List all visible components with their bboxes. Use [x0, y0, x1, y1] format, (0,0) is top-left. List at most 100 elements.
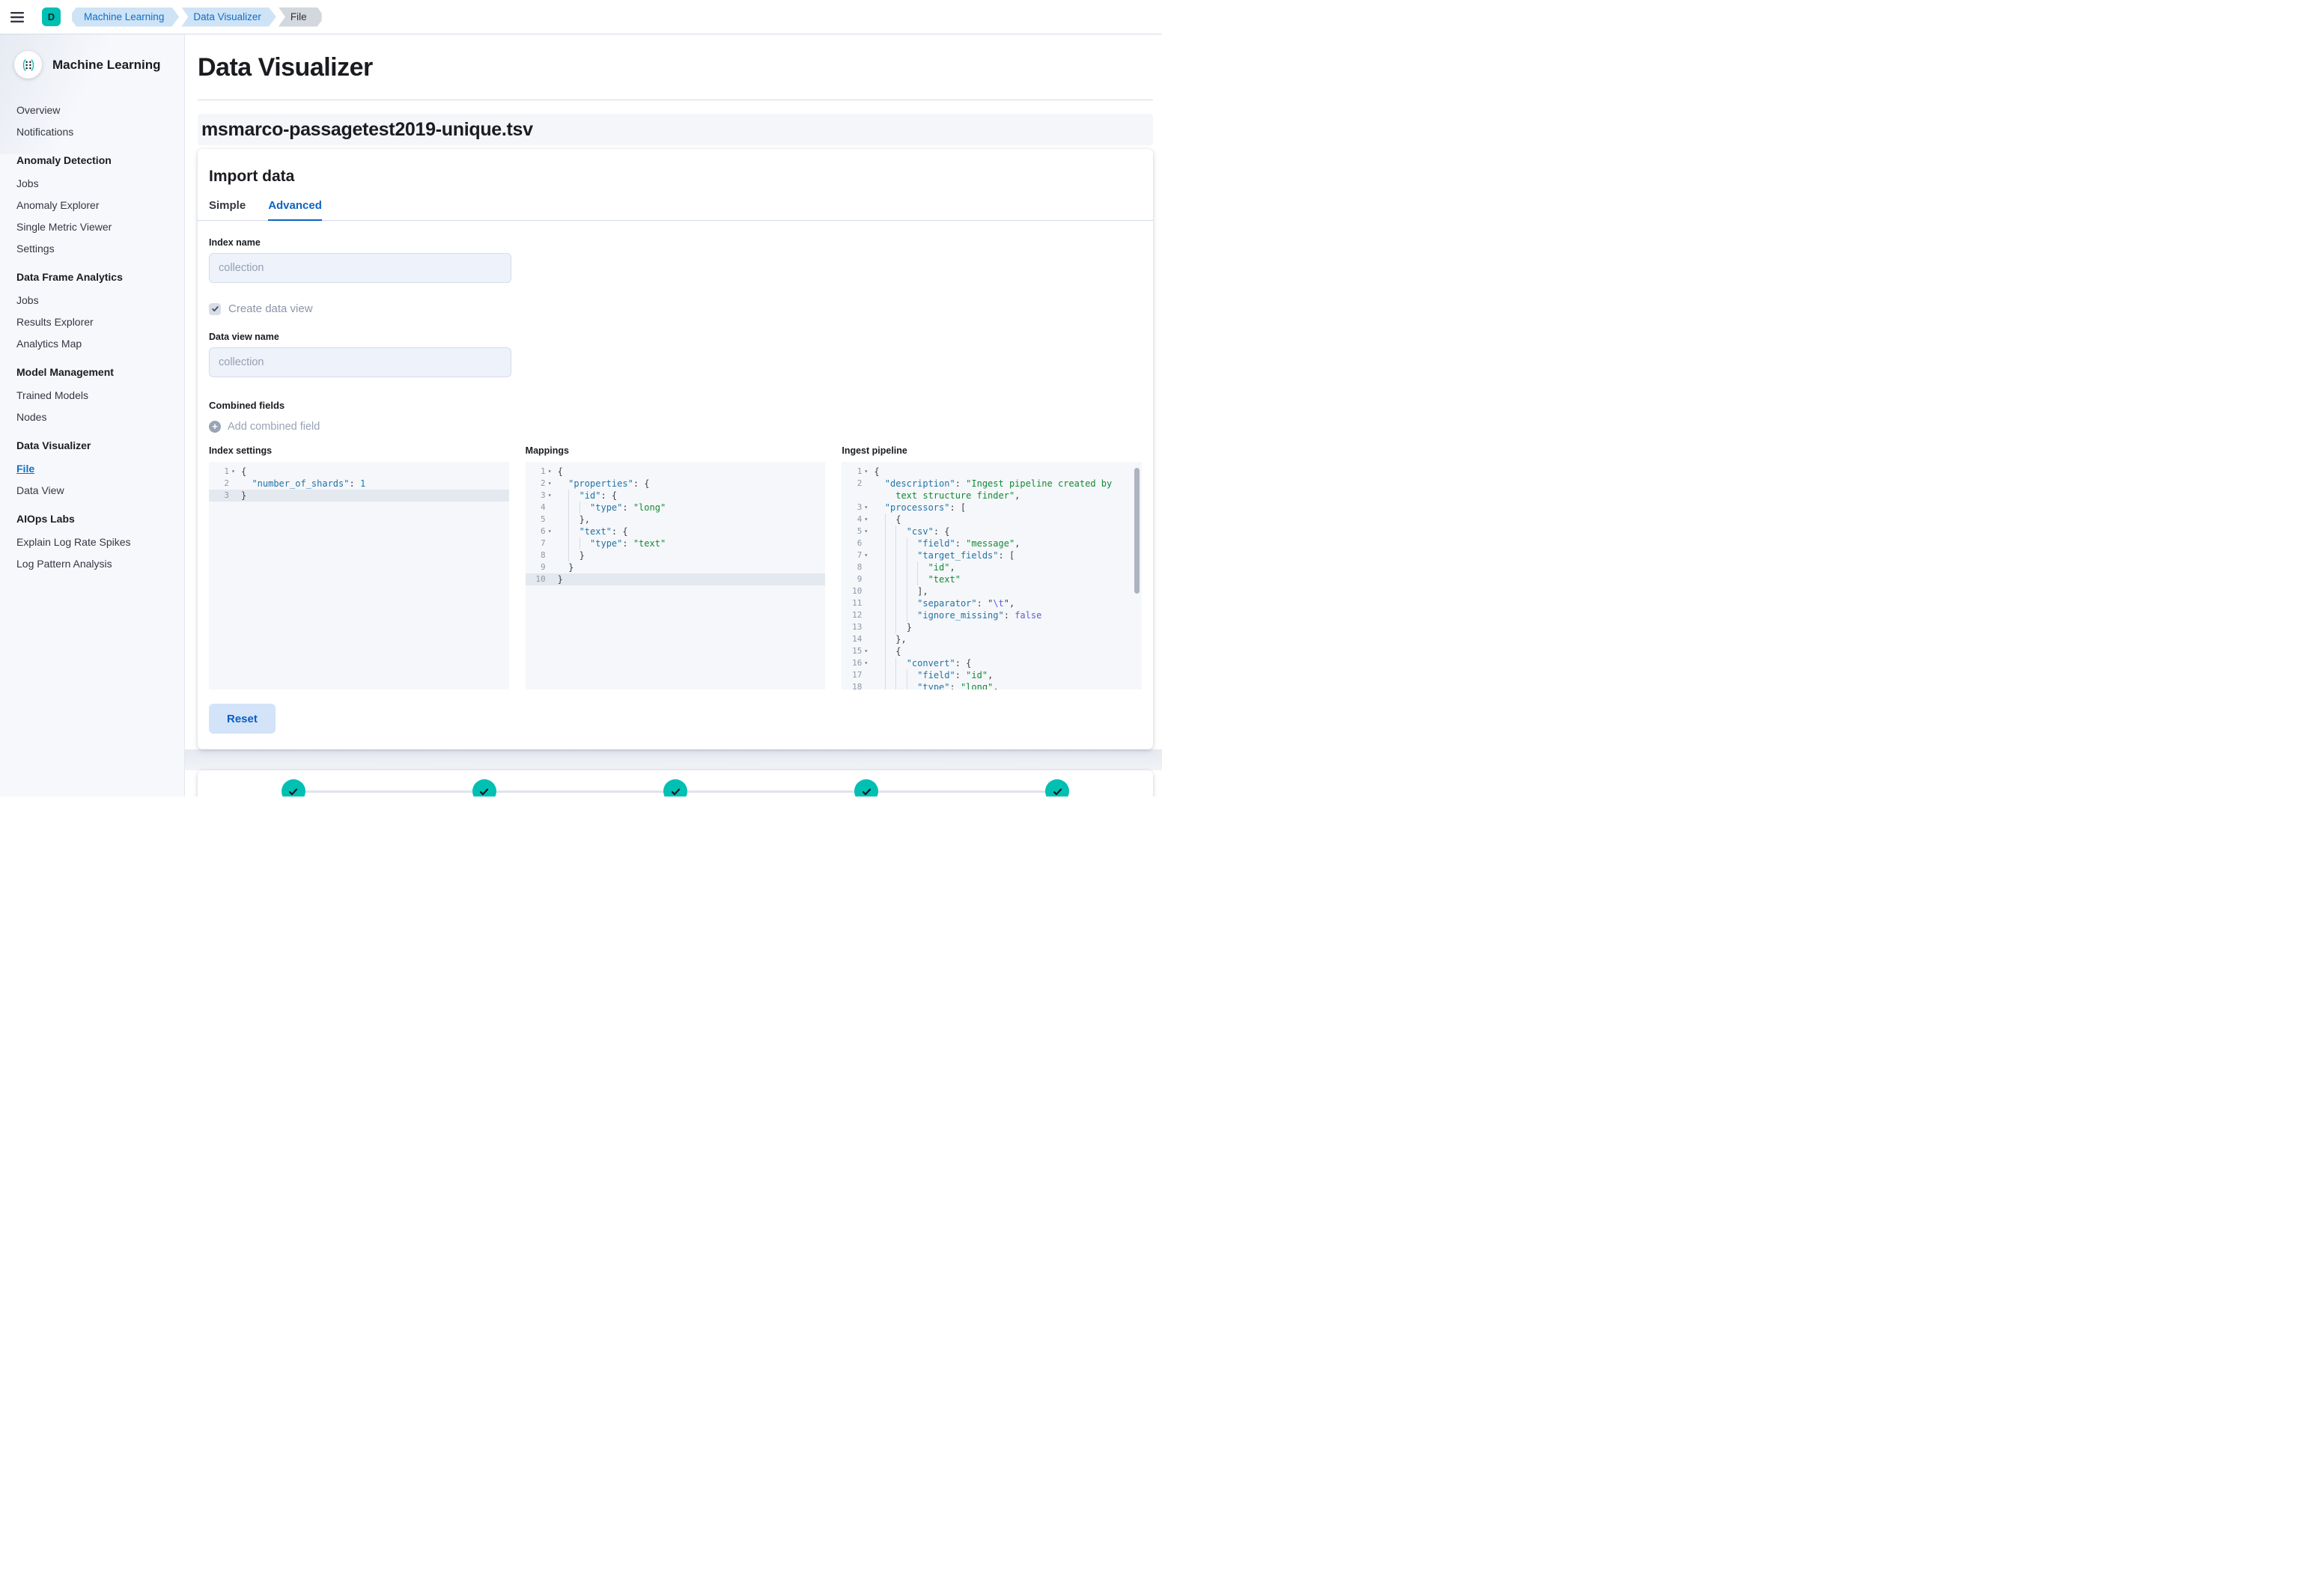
sidebar-item-model-management-trained-models[interactable]: Trained Models [16, 389, 88, 401]
index-settings-editor[interactable]: 1▾{2"number_of_shards": 13} [209, 462, 509, 689]
ingest-pipeline-editor[interactable]: 1▾{2"description": "Ingest pipeline crea… [842, 462, 1142, 689]
code-line: 5▾"csv": { [842, 526, 1142, 537]
step-file-processed: File processed [198, 779, 389, 796]
main-content: Data Visualizer msmarco-passagetest2019-… [185, 34, 1162, 796]
code-line: 3▾"processors": [ [842, 502, 1142, 514]
index-settings-label: Index settings [209, 445, 509, 456]
code-line: 9} [526, 561, 826, 573]
create-data-view-row: Create data view [209, 302, 1142, 315]
sidebar-item-model-management-nodes[interactable]: Nodes [16, 411, 46, 423]
file-name: msmarco-passagetest2019-unique.tsv [201, 119, 533, 141]
code-line: 5}, [526, 514, 826, 526]
breadcrumb-machine-learning[interactable]: Machine Learning [72, 7, 179, 27]
page-shell: Machine Learning Overview Notifications An… [0, 34, 1162, 796]
sidebar-section-model-management: Model Management [16, 366, 178, 378]
step-complete-icon [854, 779, 878, 796]
step-data-uploaded: Data uploaded [771, 779, 962, 796]
code-line: 13} [842, 621, 1142, 633]
sidebar-item-aiops-labs-explain-log-rate-spikes[interactable]: Explain Log Rate Spikes [16, 536, 131, 548]
chevron-down-icon[interactable]: ▾ [546, 526, 554, 537]
mappings-label: Mappings [526, 445, 826, 456]
tab-advanced[interactable]: Advanced [268, 199, 322, 221]
sidebar-item-data-visualizer-data-view[interactable]: Data View [16, 484, 64, 496]
step-complete-icon [1045, 779, 1069, 796]
code-line: 2"description": "Ingest pipeline created… [842, 478, 1142, 490]
sidebar: Machine Learning Overview Notifications An… [0, 34, 185, 796]
code-line: 7▾"target_fields": [ [842, 549, 1142, 561]
sidebar-item-data-visualizer-file[interactable]: File [16, 463, 34, 475]
code-line: 17"field": "id", [842, 669, 1142, 681]
code-line: 9"text" [842, 573, 1142, 585]
sidebar-section-aiops-labs: AIOps Labs [16, 513, 178, 525]
breadcrumb-data-visualizer[interactable]: Data Visualizer [181, 7, 276, 27]
sidebar-item-overview[interactable]: Overview [16, 104, 60, 116]
data-view-name-field: Data view name [209, 332, 1142, 377]
chevron-down-icon[interactable]: ▾ [862, 549, 870, 561]
sidebar-item-data-frame-analytics-jobs[interactable]: Jobs [16, 294, 39, 306]
step-complete-icon [663, 779, 687, 796]
add-combined-field-button[interactable]: Add combined field [209, 421, 320, 433]
machine-learning-icon [14, 51, 42, 79]
index-settings-column: Index settings 1▾{2"number_of_shards": 1… [209, 445, 509, 689]
code-line: 6▾"text": { [526, 526, 826, 537]
menu-icon[interactable] [0, 0, 34, 34]
ml-logo-glyph [20, 57, 37, 73]
chevron-down-icon[interactable]: ▾ [546, 466, 554, 478]
code-line: 11"separator": "\t", [842, 597, 1142, 609]
code-line: 1▾{ [526, 466, 826, 478]
step-complete-icon [282, 779, 305, 796]
chevron-down-icon[interactable]: ▾ [862, 502, 870, 514]
tab-simple[interactable]: Simple [209, 199, 246, 220]
space-avatar[interactable]: D [42, 7, 61, 26]
chevron-down-icon[interactable]: ▾ [862, 645, 870, 657]
step-index-created: Index created [389, 779, 580, 796]
ingest-pipeline-column: Ingest pipeline 1▾{2"description": "Inge… [842, 445, 1142, 689]
ingest-pipeline-label: Ingest pipeline [842, 445, 1142, 456]
sidebar-item-notifications[interactable]: Notifications [16, 126, 73, 138]
code-line: 10], [842, 585, 1142, 597]
code-line: 8"id", [842, 561, 1142, 573]
code-line: 4"type": "long" [526, 502, 826, 514]
reset-button[interactable]: Reset [209, 704, 276, 734]
sidebar-item-anomaly-detection-anomaly-explorer[interactable]: Anomaly Explorer [16, 199, 100, 211]
chevron-down-icon[interactable]: ▾ [862, 657, 870, 669]
code-line: text structure finder", [842, 490, 1142, 502]
code-line: 1▾{ [209, 466, 509, 478]
add-combined-field-label: Add combined field [228, 421, 320, 433]
chevron-down-icon[interactable]: ▾ [862, 514, 870, 526]
sidebar-item-anomaly-detection-jobs[interactable]: Jobs [16, 177, 39, 189]
index-name-label: Index name [209, 237, 1142, 248]
app-root: D Machine LearningData VisualizerFile Ma… [0, 0, 1162, 796]
code-line: 14}, [842, 633, 1142, 645]
combined-fields-label: Combined fields [209, 400, 1142, 411]
chevron-down-icon[interactable]: ▾ [546, 490, 554, 502]
code-line: 10} [526, 573, 826, 585]
sidebar-section-data-visualizer: Data Visualizer [16, 439, 178, 451]
step-data-view-created: Data view created [962, 779, 1153, 796]
sidebar-header: Machine Learning [0, 34, 184, 79]
sidebar-item-data-frame-analytics-results-explorer[interactable]: Results Explorer [16, 316, 94, 328]
create-data-view-checkbox[interactable] [209, 303, 221, 315]
chevron-down-icon[interactable]: ▾ [862, 526, 870, 537]
import-progress-stepper: File processedIndex createdIngest pipeli… [198, 779, 1153, 796]
sidebar-item-anomaly-detection-single-metric-viewer[interactable]: Single Metric Viewer [16, 221, 112, 233]
sidebar-item-anomaly-detection-settings[interactable]: Settings [16, 243, 55, 255]
index-name-input[interactable] [209, 253, 511, 283]
editor-scrollbar[interactable] [1134, 468, 1140, 594]
code-line: 15▾{ [842, 645, 1142, 657]
sidebar-item-aiops-labs-log-pattern-analysis[interactable]: Log Pattern Analysis [16, 558, 112, 570]
page-title: Data Visualizer [198, 53, 1153, 82]
chevron-down-icon[interactable]: ▾ [229, 466, 237, 478]
breadcrumb: Machine LearningData VisualizerFile [72, 7, 322, 27]
chevron-down-icon[interactable]: ▾ [546, 478, 554, 490]
import-progress-card: File processedIndex createdIngest pipeli… [198, 770, 1153, 796]
code-line: 12"ignore_missing": false [842, 609, 1142, 621]
sidebar-item-data-frame-analytics-analytics-map[interactable]: Analytics Map [16, 338, 82, 350]
chevron-down-icon[interactable]: ▾ [862, 466, 870, 478]
step-complete-icon [472, 779, 496, 796]
data-view-name-input[interactable] [209, 347, 511, 377]
mappings-editor[interactable]: 1▾{2▾"properties": {3▾"id": {4"type": "l… [526, 462, 826, 689]
sidebar-section-anomaly-detection: Anomaly Detection [16, 154, 178, 166]
data-view-name-label: Data view name [209, 332, 1142, 342]
code-line: 7"type": "text" [526, 537, 826, 549]
